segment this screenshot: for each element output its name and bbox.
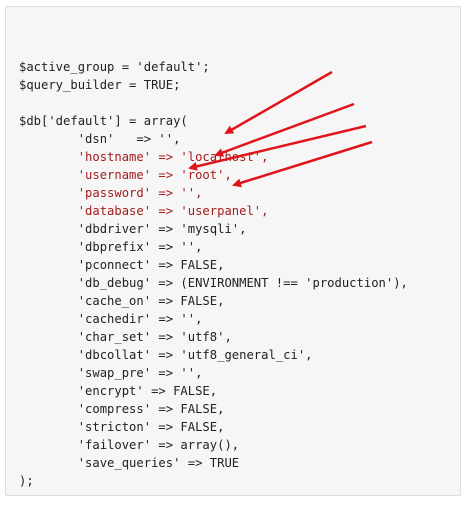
code-line-password: 'password' => '', <box>19 186 203 200</box>
code-line-database: 'database' => 'userpanel', <box>19 204 269 218</box>
code-block: $active_group = 'default'; $query_builder… <box>5 6 461 496</box>
code-line: 'dsn' => '', <box>19 132 181 146</box>
code-line: 'swap_pre' => '', <box>19 366 203 380</box>
code-line: 'db_debug' => (ENVIRONMENT !== 'producti… <box>19 276 408 290</box>
php-config-code: $active_group = 'default'; $query_builder… <box>19 40 408 526</box>
code-line: 'encrypt' => FALSE, <box>19 384 218 398</box>
code-line: $query_builder = TRUE; <box>19 78 181 92</box>
code-line: 'save_queries' => TRUE <box>19 456 240 470</box>
code-line: 'cache_on' => FALSE, <box>19 294 225 308</box>
code-line: $active_group = 'default'; <box>19 60 210 74</box>
code-line: 'dbprefix' => '', <box>19 240 203 254</box>
code-line: 'cachedir' => '', <box>19 312 203 326</box>
code-line: 'compress' => FALSE, <box>19 402 225 416</box>
code-line: 'char_set' => 'utf8', <box>19 330 232 344</box>
code-line: 'failover' => array(), <box>19 438 240 452</box>
code-line-hostname: 'hostname' => 'localhost', <box>19 150 269 164</box>
code-line: 'dbdriver' => 'mysqli', <box>19 222 247 236</box>
code-line: ); <box>19 474 34 488</box>
code-line: 'dbcollat' => 'utf8_general_ci', <box>19 348 313 362</box>
code-line: 'pconnect' => FALSE, <box>19 258 225 272</box>
code-line: $db['default'] = array( <box>19 114 188 128</box>
code-line: 'stricton' => FALSE, <box>19 420 225 434</box>
code-line-username: 'username' => 'root', <box>19 168 232 182</box>
